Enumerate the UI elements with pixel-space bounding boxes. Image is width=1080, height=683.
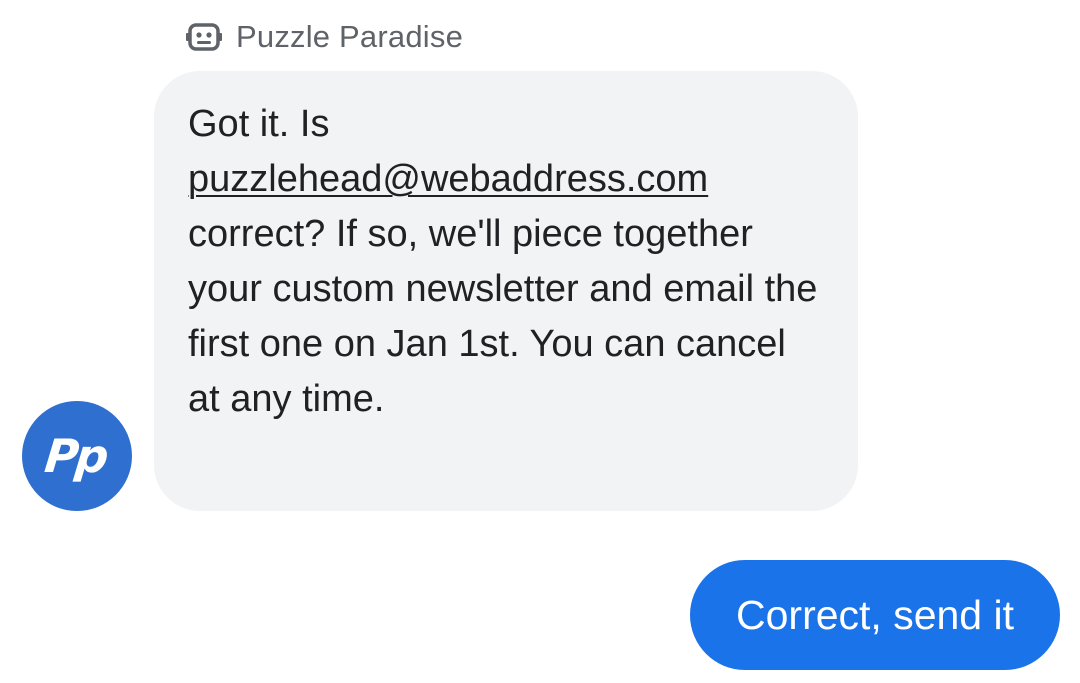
reply-button-label: Correct, send it	[736, 591, 1014, 638]
email-link[interactable]: puzzlehead@webaddress.com	[188, 158, 708, 200]
robot-icon	[186, 22, 222, 52]
bot-message-text: Got it. Is puzzlehead@webaddress.com cor…	[188, 97, 828, 427]
message-text-after: correct? If so, we'll piece together you…	[188, 213, 818, 420]
avatar: Pp	[22, 401, 132, 511]
sender-header: Puzzle Paradise	[186, 18, 463, 56]
reply-button[interactable]: Correct, send it	[690, 560, 1060, 670]
avatar-logo: Pp	[41, 429, 109, 483]
sender-name: Puzzle Paradise	[236, 19, 464, 54]
message-text-before: Got it. Is	[188, 103, 330, 145]
bot-message-bubble: Got it. Is puzzlehead@webaddress.com cor…	[154, 71, 858, 511]
